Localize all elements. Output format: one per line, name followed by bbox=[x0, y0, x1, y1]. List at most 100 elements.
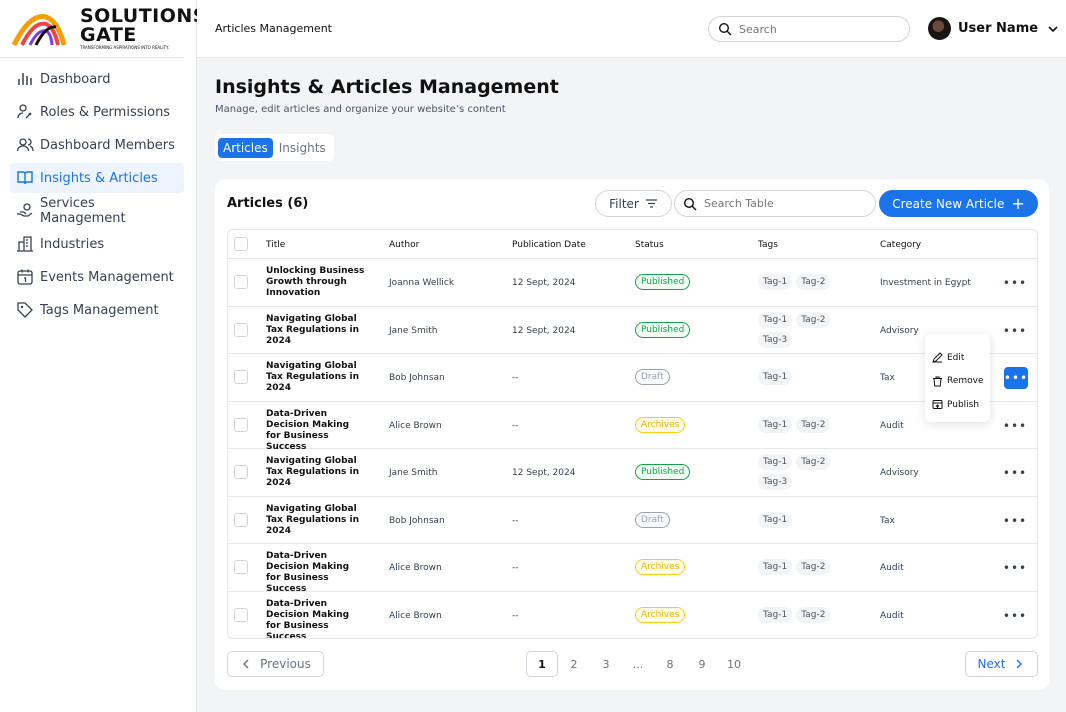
building-icon bbox=[16, 235, 34, 253]
column-header-author[interactable]: Author bbox=[389, 240, 419, 250]
table-row[interactable]: Unlocking Business Growth through Innova… bbox=[228, 259, 1037, 307]
user-key-icon bbox=[16, 103, 34, 121]
pagination-ellipsis: ... bbox=[632, 657, 644, 671]
publication-date: 12 Sept, 2024 bbox=[512, 278, 576, 288]
column-header-category[interactable]: Category bbox=[880, 240, 921, 250]
user-name: User Name bbox=[958, 21, 1039, 36]
tag-chip: Tag-1 bbox=[758, 274, 793, 290]
sidebar-item-roles[interactable]: Roles & Permissions bbox=[10, 97, 184, 127]
previous-page-button[interactable]: Previous bbox=[227, 651, 324, 677]
more-options-icon[interactable]: ••• bbox=[1003, 417, 1026, 435]
publication-date: 12 Sept, 2024 bbox=[512, 325, 576, 336]
page-number[interactable]: 1 bbox=[526, 651, 558, 677]
publication-date: -- bbox=[512, 420, 519, 431]
more-options-icon[interactable]: ••• bbox=[1003, 607, 1026, 625]
filter-button[interactable]: Filter bbox=[595, 190, 672, 217]
table-row[interactable]: Navigating Global Tax Regulations in 202… bbox=[228, 497, 1037, 544]
users-icon bbox=[16, 136, 34, 154]
article-category: Audit bbox=[880, 563, 904, 573]
row-checkbox[interactable] bbox=[234, 465, 248, 479]
table-row[interactable]: Navigating Global Tax Regulations in 202… bbox=[228, 307, 1037, 354]
article-category: Advisory bbox=[880, 468, 919, 478]
page-number[interactable]: 3 bbox=[590, 651, 622, 677]
trash-icon bbox=[933, 376, 942, 387]
search-input[interactable] bbox=[739, 22, 899, 36]
article-category: Audit bbox=[880, 610, 904, 621]
global-search[interactable] bbox=[708, 16, 910, 42]
more-options-icon[interactable]: ••• bbox=[1003, 464, 1026, 482]
row-checkbox[interactable] bbox=[234, 560, 248, 574]
status-badge: Archives bbox=[635, 416, 686, 433]
table-row[interactable]: Data-Driven Decision Making for Business… bbox=[228, 592, 1037, 639]
column-header-date[interactable]: Publication Date bbox=[512, 240, 586, 250]
chevron-right-icon bbox=[1016, 659, 1023, 669]
next-label: Next bbox=[977, 657, 1006, 671]
more-options-icon[interactable]: ••• bbox=[1003, 559, 1026, 577]
table-row[interactable]: Data-Driven Decision Making for Business… bbox=[228, 402, 1037, 452]
row-checkbox[interactable] bbox=[234, 322, 248, 337]
row-checkbox[interactable] bbox=[234, 512, 248, 527]
publish-icon bbox=[932, 400, 943, 410]
article-author: Alice Brown bbox=[389, 563, 442, 573]
article-author: Alice Brown bbox=[389, 420, 442, 431]
page-number[interactable]: 8 bbox=[654, 651, 686, 677]
sidebar-item-events[interactable]: Events Management bbox=[10, 262, 184, 292]
brand-name: SOLUTIONS GATE bbox=[80, 5, 207, 46]
page-number[interactable]: 10 bbox=[718, 651, 750, 677]
chevron-down-icon[interactable] bbox=[1046, 22, 1060, 36]
more-options-icon[interactable]: ••• bbox=[1003, 322, 1026, 340]
more-options-icon[interactable]: ••• bbox=[1004, 367, 1028, 389]
sidebar-item-members[interactable]: Dashboard Members bbox=[10, 130, 184, 160]
row-checkbox[interactable] bbox=[234, 370, 248, 384]
page-number[interactable]: 2 bbox=[558, 651, 590, 677]
row-checkbox[interactable] bbox=[234, 607, 248, 622]
tag-chip: Tag-2 bbox=[796, 274, 831, 290]
status-cell: Archives bbox=[635, 606, 686, 623]
status-badge: Archives bbox=[635, 559, 686, 575]
page-title: Insights & Articles Management bbox=[215, 76, 559, 98]
sidebar-item-insights-articles[interactable]: Insights & Articles bbox=[10, 163, 184, 193]
brand-logo[interactable]: SOLUTIONS GATE TRANSFORMING ASPIRATIONS … bbox=[0, 0, 206, 58]
more-options-icon[interactable]: ••• bbox=[1003, 512, 1026, 530]
page-number[interactable]: 9 bbox=[686, 651, 718, 677]
sidebar-item-dashboard[interactable]: Dashboard bbox=[10, 64, 184, 94]
select-all-checkbox[interactable] bbox=[234, 237, 248, 251]
sidebar-item-label: Tags Management bbox=[40, 302, 159, 318]
sidebar-item-label: Roles & Permissions bbox=[40, 104, 171, 120]
calendar-icon bbox=[16, 268, 34, 286]
status-badge: Published bbox=[635, 274, 691, 290]
tag-chip: Tag-3 bbox=[758, 474, 793, 490]
tab-articles[interactable]: Articles bbox=[218, 137, 273, 158]
user-menu[interactable]: User Name bbox=[928, 17, 1060, 40]
column-header-status[interactable]: Status bbox=[635, 240, 664, 250]
row-checkbox[interactable] bbox=[234, 275, 248, 289]
next-page-button[interactable]: Next bbox=[965, 651, 1038, 677]
article-title: Data-Driven Decision Making for Business… bbox=[266, 598, 350, 639]
sidebar: SOLUTIONS GATE TRANSFORMING ASPIRATIONS … bbox=[0, 0, 206, 712]
table-title: Articles (6) bbox=[227, 196, 309, 211]
status-cell: Published bbox=[635, 274, 691, 290]
sidebar-nav: Dashboard Roles & Permissions Dashboard … bbox=[0, 64, 196, 325]
menu-item-publish[interactable]: Publish bbox=[925, 393, 990, 417]
table-row[interactable]: Data-Driven Decision Making for Business… bbox=[228, 544, 1037, 594]
table-search[interactable] bbox=[674, 190, 876, 217]
table-row[interactable]: Navigating Global Tax Regulations in 202… bbox=[228, 449, 1037, 497]
article-title: Navigating Global Tax Regulations in 202… bbox=[266, 361, 359, 393]
sidebar-item-tags[interactable]: Tags Management bbox=[10, 295, 184, 325]
create-article-button[interactable]: Create New Article + bbox=[879, 190, 1038, 217]
table-search-input[interactable] bbox=[704, 197, 874, 210]
tag-chip: Tag-1 bbox=[758, 311, 793, 328]
column-header-title[interactable]: Title bbox=[266, 240, 285, 250]
menu-item-edit[interactable]: Edit bbox=[925, 346, 990, 370]
topbar: Articles Management User Name bbox=[197, 0, 1066, 58]
article-author: Joanna Wellick bbox=[389, 278, 455, 288]
menu-item-label: Publish bbox=[947, 399, 980, 410]
row-checkbox[interactable] bbox=[234, 417, 248, 432]
tab-insights[interactable]: Insights bbox=[274, 138, 331, 158]
sidebar-item-services[interactable]: Services Management bbox=[10, 196, 184, 226]
sidebar-item-industries[interactable]: Industries bbox=[10, 229, 184, 259]
column-header-tags[interactable]: Tags bbox=[758, 240, 778, 250]
table-row[interactable]: Navigating Global Tax Regulations in 202… bbox=[228, 354, 1037, 402]
more-options-icon[interactable]: ••• bbox=[1003, 274, 1026, 292]
menu-item-remove[interactable]: Remove bbox=[925, 370, 990, 394]
